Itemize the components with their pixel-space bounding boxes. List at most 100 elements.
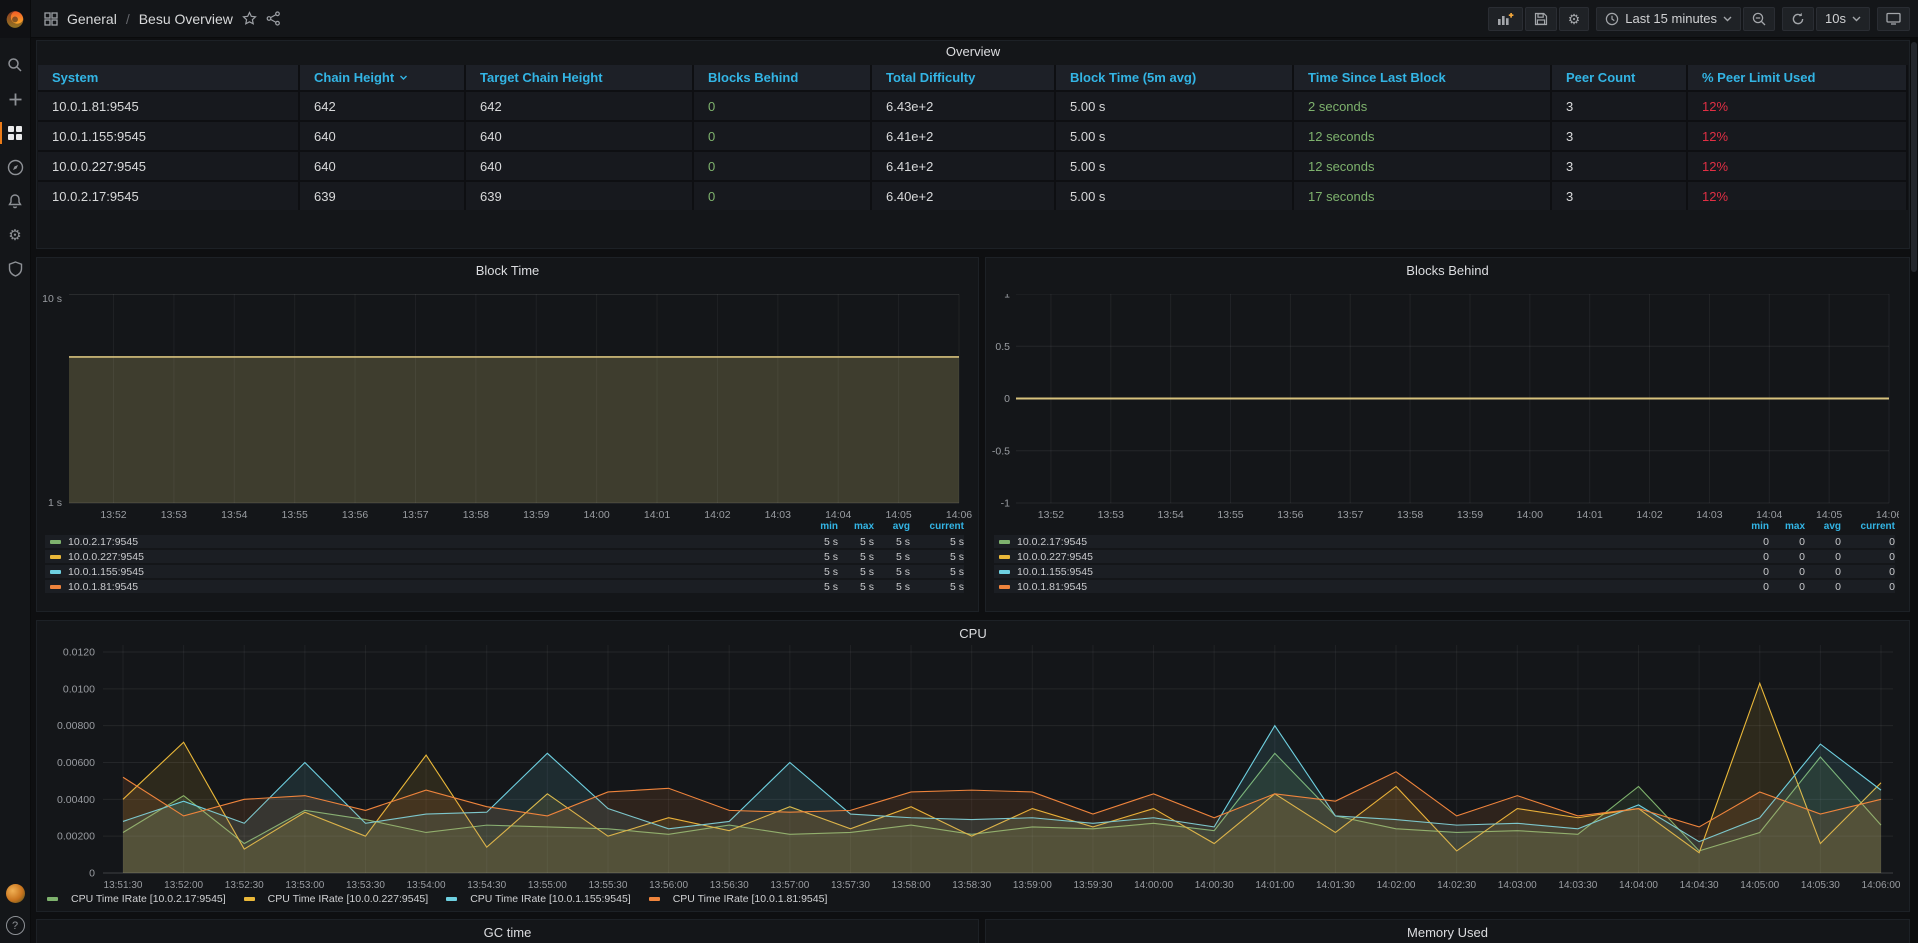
- svg-text:0.5: 0.5: [995, 341, 1010, 353]
- grafana-dashboard-screen: ⚙ ? General / Besu Overview: [0, 0, 1918, 943]
- legend-item[interactable]: CPU Time IRate [10.0.0.227:9545]: [244, 893, 429, 905]
- dashboard-squares-icon: [44, 12, 58, 26]
- legend-item[interactable]: CPU Time IRate [10.0.1.81:9545]: [649, 893, 828, 905]
- legend-row[interactable]: 10.0.1.81:95455 s5 s5 s5 s: [45, 580, 964, 593]
- cpu-chart[interactable]: 0.01200.01000.008000.006000.004000.00200…: [37, 645, 1909, 891]
- refresh-button[interactable]: [1782, 7, 1814, 31]
- dashboards-grid-icon: [7, 125, 23, 141]
- legend-row[interactable]: 10.0.1.155:95450000: [994, 565, 1895, 578]
- svg-text:13:52:30: 13:52:30: [225, 880, 264, 891]
- cell-block_time: 5.00 s: [1056, 120, 1294, 150]
- column-header-target_chain_height[interactable]: Target Chain Height: [466, 65, 694, 90]
- cycle-view-button[interactable]: [1877, 7, 1910, 31]
- legend-item[interactable]: CPU Time IRate [10.0.2.17:9545]: [47, 893, 226, 905]
- panel-overview: Overview SystemChain HeightTarget Chain …: [36, 40, 1910, 249]
- legend-item[interactable]: CPU Time IRate [10.0.1.155:9545]: [446, 893, 631, 905]
- column-header-chain_height[interactable]: Chain Height: [300, 65, 466, 90]
- breadcrumb-folder[interactable]: General: [67, 11, 117, 27]
- column-header-peer_limit_used[interactable]: % Peer Limit Used: [1688, 65, 1908, 90]
- time-range-picker[interactable]: Last 15 minutes: [1596, 7, 1741, 31]
- legend-row[interactable]: 10.0.2.17:95455 s5 s5 s5 s: [45, 535, 964, 548]
- share-icon: [266, 11, 281, 26]
- page-scrollbar[interactable]: [1910, 38, 1918, 943]
- series-name[interactable]: 10.0.1.81:9545: [1017, 581, 1733, 593]
- blocks-behind-chart[interactable]: 10.50-0.5-113:5213:5313:5413:5513:5613:5…: [986, 294, 1899, 524]
- svg-text:0.0120: 0.0120: [63, 647, 95, 659]
- sidebar-item-explore[interactable]: [0, 156, 30, 178]
- panel-title-blocks-behind[interactable]: Blocks Behind: [986, 263, 1909, 278]
- star-icon: [242, 11, 257, 26]
- breadcrumb-separator: /: [126, 11, 130, 27]
- sidebar-item-dashboards[interactable]: [0, 122, 30, 144]
- series-stats: 0000: [1733, 566, 1895, 578]
- refresh-interval-dropdown[interactable]: 10s: [1816, 7, 1870, 31]
- legend-row[interactable]: 10.0.2.17:95450000: [994, 535, 1895, 548]
- panel-title-overview[interactable]: Overview: [37, 44, 1909, 59]
- grafana-logo[interactable]: [0, 0, 30, 38]
- cell-peer_limit_used: 12%: [1688, 180, 1908, 210]
- svg-text:0.00200: 0.00200: [57, 831, 95, 843]
- svg-text:1: 1: [1004, 294, 1010, 301]
- svg-text:13:57: 13:57: [1337, 509, 1363, 521]
- grafana-flame-icon: [4, 8, 26, 30]
- help-button[interactable]: ?: [6, 916, 25, 935]
- sidebar-item-alerting[interactable]: [0, 190, 30, 212]
- svg-text:14:05: 14:05: [1816, 509, 1842, 521]
- series-name[interactable]: 10.0.1.155:9545: [68, 566, 802, 578]
- cell-total_difficulty: 6.43e+2: [872, 90, 1056, 120]
- column-header-system[interactable]: System: [38, 65, 300, 90]
- svg-text:14:04:30: 14:04:30: [1680, 880, 1719, 891]
- star-button[interactable]: [242, 11, 257, 26]
- sidebar-item-configuration[interactable]: ⚙: [0, 224, 30, 246]
- legend-row[interactable]: 10.0.1.81:95450000: [994, 580, 1895, 593]
- column-header-blocks_behind[interactable]: Blocks Behind: [694, 65, 872, 90]
- legend-row[interactable]: 10.0.1.155:95455 s5 s5 s5 s: [45, 565, 964, 578]
- svg-text:0: 0: [1004, 393, 1010, 405]
- block-time-legend: minmaxavgcurrent10.0.2.17:95455 s5 s5 s5…: [45, 521, 964, 595]
- question-mark-icon: ?: [12, 920, 18, 932]
- sidebar-item-server-admin[interactable]: [0, 258, 30, 280]
- series-name[interactable]: 10.0.2.17:9545: [1017, 536, 1733, 548]
- series-color-swatch: [50, 540, 61, 544]
- column-header-block_time[interactable]: Block Time (5m avg): [1056, 65, 1294, 90]
- cell-total_difficulty: 6.40e+2: [872, 180, 1056, 210]
- svg-text:13:59: 13:59: [1457, 509, 1483, 521]
- share-button[interactable]: [266, 11, 281, 26]
- panel-title-memory-used[interactable]: Memory Used: [986, 925, 1909, 940]
- column-header-time_since_last_block[interactable]: Time Since Last Block: [1294, 65, 1552, 90]
- column-header-peer_count[interactable]: Peer Count: [1552, 65, 1688, 90]
- table-row: 10.0.0.227:954564064006.41e+25.00 s12 se…: [38, 150, 1908, 180]
- series-name[interactable]: 10.0.2.17:9545: [68, 536, 802, 548]
- cell-time_since_last_block: 12 seconds: [1294, 150, 1552, 180]
- panel-title-gc-time[interactable]: GC time: [37, 925, 978, 940]
- svg-text:14:00:30: 14:00:30: [1195, 880, 1234, 891]
- svg-text:13:52: 13:52: [100, 509, 126, 521]
- svg-text:13:58: 13:58: [1397, 509, 1423, 521]
- sidebar-item-search[interactable]: [0, 54, 30, 76]
- dashboard-settings-button[interactable]: ⚙: [1559, 7, 1590, 31]
- zoom-out-button[interactable]: [1743, 7, 1775, 31]
- legend-row[interactable]: 10.0.0.227:95455 s5 s5 s5 s: [45, 550, 964, 563]
- add-panel-button[interactable]: [1488, 7, 1523, 31]
- sidebar-item-create[interactable]: [0, 88, 30, 110]
- column-header-total_difficulty[interactable]: Total Difficulty: [872, 65, 1056, 90]
- series-stats: 0000: [1733, 581, 1895, 593]
- series-name[interactable]: 10.0.1.81:9545: [68, 581, 802, 593]
- panel-title-block-time[interactable]: Block Time: [37, 263, 978, 278]
- svg-text:0.00800: 0.00800: [57, 720, 95, 732]
- svg-text:13:52: 13:52: [1038, 509, 1064, 521]
- save-dashboard-button[interactable]: [1525, 7, 1557, 31]
- svg-text:0.00400: 0.00400: [57, 794, 95, 806]
- user-avatar[interactable]: [6, 884, 25, 903]
- panel-title-cpu[interactable]: CPU: [37, 626, 1909, 641]
- scrollbar-thumb[interactable]: [1911, 42, 1917, 272]
- cell-system: 10.0.2.17:9545: [38, 180, 300, 210]
- legend-stats-header: minmaxavgcurrent: [994, 521, 1895, 532]
- block-time-chart[interactable]: 10 s1 s13:5213:5313:5413:5513:5613:5713:…: [43, 294, 976, 524]
- cell-chain_height: 639: [300, 180, 466, 210]
- series-name[interactable]: 10.0.1.155:9545: [1017, 566, 1733, 578]
- legend-row[interactable]: 10.0.0.227:95450000: [994, 550, 1895, 563]
- series-name[interactable]: 10.0.0.227:9545: [68, 551, 802, 563]
- series-name[interactable]: 10.0.0.227:9545: [1017, 551, 1733, 563]
- svg-text:-1: -1: [1001, 498, 1010, 510]
